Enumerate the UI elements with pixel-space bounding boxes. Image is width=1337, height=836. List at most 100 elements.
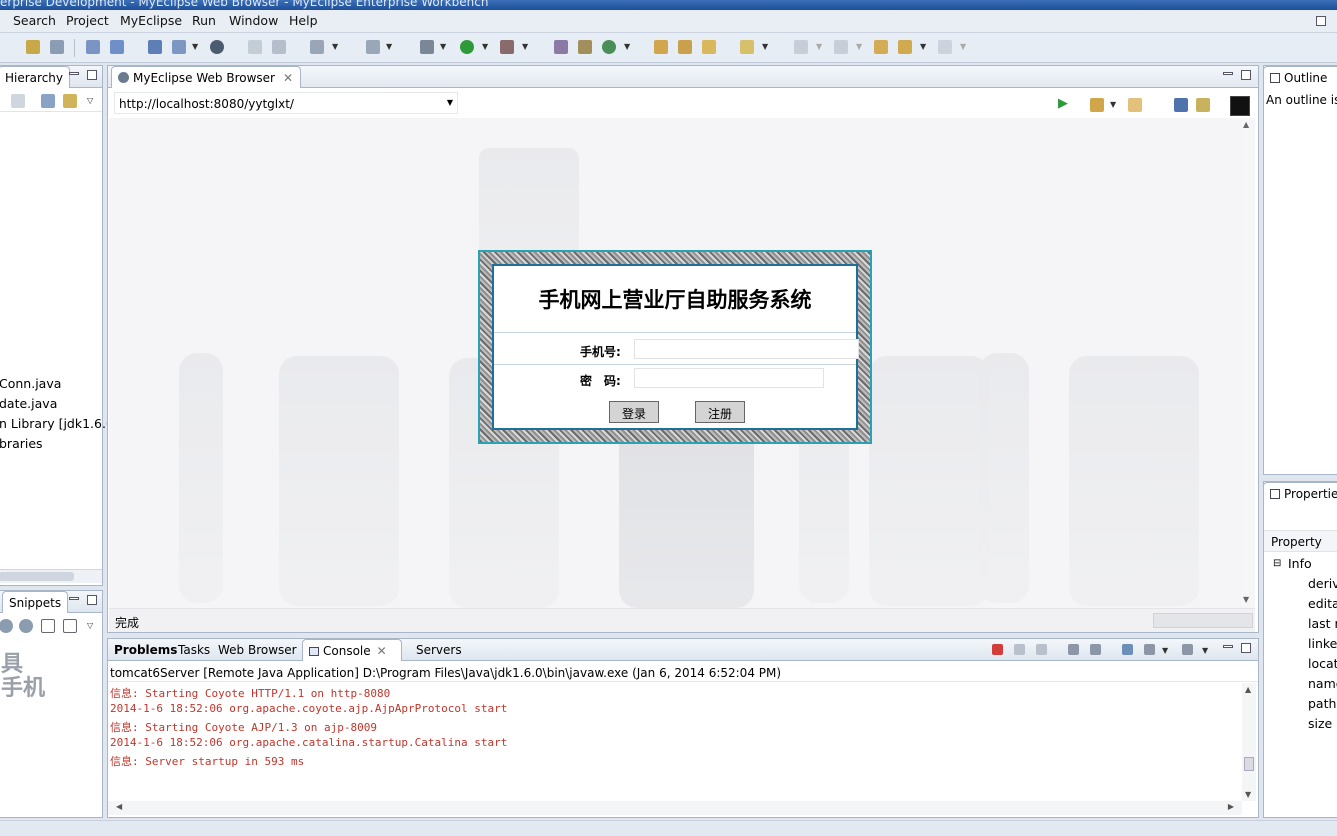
clear-console-icon[interactable] [1068, 644, 1079, 655]
browser-engine-icon[interactable] [1230, 96, 1250, 116]
property-row[interactable]: last r [1308, 616, 1337, 631]
mark-icon[interactable] [702, 40, 716, 54]
stop-icon[interactable] [1174, 98, 1188, 112]
scroll-up-icon[interactable]: ▲ [1243, 120, 1249, 129]
tab-hierarchy[interactable]: Hierarchy [0, 66, 71, 88]
report-icon[interactable] [248, 40, 262, 54]
scroll-lock-icon[interactable] [1090, 644, 1101, 655]
collapse-all-icon[interactable] [41, 94, 55, 108]
terminate-icon[interactable] [992, 644, 1003, 655]
tree-item[interactable]: n Library [jdk1.6.0 [0, 416, 114, 431]
minimize-icon[interactable] [69, 597, 79, 600]
property-row[interactable]: name [1308, 676, 1337, 691]
menu-window[interactable]: Window [229, 13, 278, 28]
last-edit-icon[interactable] [874, 40, 888, 54]
property-group[interactable]: Info [1288, 556, 1312, 571]
fit-icon[interactable] [63, 619, 77, 633]
pin-console-icon[interactable] [1122, 644, 1133, 655]
url-combobox[interactable]: http://localhost:8080/yytglxt/ ▼ [114, 92, 458, 114]
console-vertical-scrollbar[interactable]: ▲ ▼ [1242, 683, 1256, 801]
tab-web-browser[interactable]: MyEclipse Web Browser ✕ [111, 66, 301, 88]
refresh-icon[interactable] [1196, 98, 1210, 112]
print-icon[interactable] [86, 40, 100, 54]
task-icon[interactable] [366, 40, 380, 54]
favorites-icon[interactable] [1090, 98, 1104, 112]
chevron-down-icon[interactable]: ▼ [920, 42, 926, 51]
scroll-left-icon[interactable]: ◀ [116, 802, 122, 811]
server-icon[interactable] [172, 40, 186, 54]
new-wizard-icon[interactable] [26, 40, 40, 54]
close-icon[interactable]: ✕ [377, 644, 387, 658]
minimize-icon[interactable] [69, 72, 79, 75]
password-input[interactable] [634, 368, 824, 388]
chevron-down-icon[interactable]: ▼ [332, 42, 338, 51]
history-icon[interactable] [11, 94, 25, 108]
menu-run[interactable]: Run [192, 13, 216, 28]
tab-outline[interactable]: Outline [1263, 66, 1337, 88]
view-menu-icon[interactable]: ▽ [87, 621, 93, 630]
vertical-scrollbar[interactable]: ▲ ▼ [1241, 118, 1253, 606]
back-icon[interactable] [898, 40, 912, 54]
chevron-down-icon[interactable]: ▼ [192, 42, 198, 51]
property-row[interactable]: path [1308, 696, 1336, 711]
maximize-icon[interactable] [87, 595, 97, 605]
chevron-down-icon[interactable]: ▼ [1202, 646, 1208, 655]
restore-window-icon[interactable] [1316, 16, 1326, 26]
property-row[interactable]: linked [1308, 636, 1337, 651]
maximize-icon[interactable] [1241, 643, 1251, 653]
tab-console[interactable]: Console ✕ [302, 639, 402, 661]
tab-snippets[interactable]: Snippets [2, 591, 69, 613]
tree-item[interactable]: braries [0, 436, 43, 451]
horizontal-scrollbar[interactable] [0, 569, 102, 583]
property-row[interactable]: locat [1308, 656, 1337, 671]
view-menu-icon[interactable]: ▽ [87, 96, 93, 105]
minimize-icon[interactable] [1223, 645, 1233, 648]
chevron-down-icon[interactable]: ▼ [1110, 100, 1116, 109]
open-type-icon[interactable] [110, 40, 124, 54]
chevron-down-icon[interactable]: ▼ [386, 42, 392, 51]
zoom-out-icon[interactable] [0, 619, 13, 633]
maximize-icon[interactable] [1241, 70, 1251, 80]
chevron-down-icon[interactable]: ▼ [440, 42, 446, 51]
new-package-icon[interactable] [578, 40, 592, 54]
url-text[interactable]: http://localhost:8080/yytglxt/ [119, 97, 294, 111]
chevron-down-icon[interactable]: ▼ [762, 42, 768, 51]
scroll-right-icon[interactable]: ▶ [1228, 802, 1234, 811]
globe-icon[interactable] [210, 40, 224, 54]
open-folder-icon[interactable] [654, 40, 668, 54]
menu-project[interactable]: Project [66, 13, 109, 28]
maximize-icon[interactable] [87, 70, 97, 80]
save-icon[interactable] [50, 40, 64, 54]
tab-servers[interactable]: Servers [410, 639, 468, 661]
console-horizontal-scrollbar[interactable]: ◀ ▶ [108, 801, 1242, 815]
display-console-icon[interactable] [1144, 644, 1155, 655]
chevron-down-icon[interactable]: ▼ [1162, 646, 1168, 655]
debug-icon[interactable] [420, 40, 434, 54]
chevron-down-icon[interactable]: ▼ [482, 42, 488, 51]
property-row[interactable]: size [1308, 716, 1332, 731]
property-row[interactable]: deriv [1308, 576, 1337, 591]
menu-search[interactable]: Search [13, 13, 56, 28]
minimize-icon[interactable] [1223, 72, 1233, 75]
tree-item[interactable]: date.java [0, 396, 57, 411]
tree-item[interactable]: Conn.java [0, 376, 61, 391]
properties-column-header[interactable]: Property [1264, 530, 1337, 552]
back-icon[interactable] [1128, 98, 1142, 112]
chevron-down-icon[interactable]: ▼ [624, 42, 630, 51]
refresh-icon[interactable] [602, 40, 616, 54]
deploy-icon[interactable] [148, 40, 162, 54]
actual-size-icon[interactable] [41, 619, 55, 633]
register-button[interactable]: 注册 [695, 401, 745, 423]
tab-web-browser-view[interactable]: Web Browser [212, 639, 303, 661]
tab-properties[interactable]: Properties [1263, 482, 1337, 504]
menu-myeclipse[interactable]: MyEclipse [120, 13, 182, 28]
open-console-icon[interactable] [1182, 644, 1193, 655]
zoom-in-icon[interactable] [19, 619, 33, 633]
link-editor-icon[interactable] [63, 94, 77, 108]
go-icon[interactable]: ▶ [1058, 96, 1068, 111]
scroll-down-icon[interactable]: ▼ [1243, 595, 1249, 604]
scrollbar-thumb[interactable] [1244, 757, 1254, 771]
tab-tasks[interactable]: Tasks [172, 639, 216, 661]
console-output[interactable]: 信息: Starting Coyote HTTP/1.1 on http-808… [108, 683, 1244, 801]
annotation-icon[interactable] [740, 40, 754, 54]
